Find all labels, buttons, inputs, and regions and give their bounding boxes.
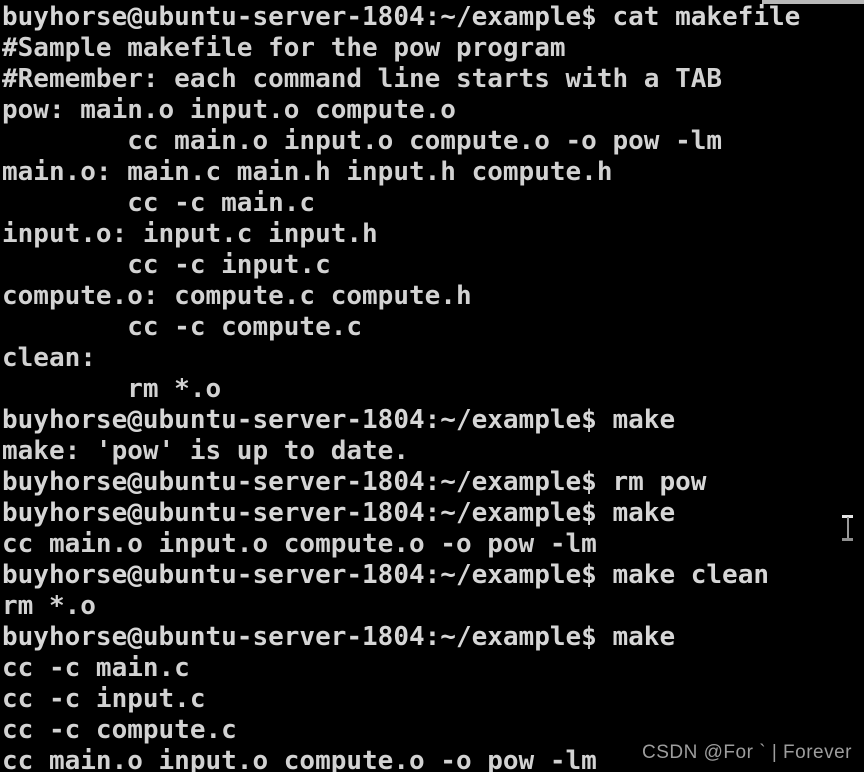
terminal-output-line: #Sample makefile for the pow program bbox=[2, 33, 566, 63]
terminal-prompt-line: buyhorse@ubuntu-server-1804:~/example$ m… bbox=[2, 622, 676, 652]
terminal-output-line: pow: main.o input.o compute.o bbox=[2, 95, 456, 125]
terminal-output-line: main.o: main.c main.h input.h compute.h bbox=[2, 157, 613, 187]
watermark-label: CSDN @For ` | Forever bbox=[642, 742, 852, 763]
terminal-output-line: input.o: input.c input.h bbox=[2, 219, 378, 249]
terminal-window[interactable]: buyhorse@ubuntu-server-1804:~/example$ c… bbox=[0, 0, 864, 772]
terminal-output-line: rm *.o bbox=[2, 591, 96, 621]
terminal-output-line: cc -c main.c bbox=[2, 188, 316, 218]
terminal-output-line: cc -c input.c bbox=[2, 684, 206, 714]
terminal-output-line: cc main.o input.o compute.o -o pow -lm bbox=[2, 529, 597, 559]
terminal-output-line: compute.o: compute.c compute.h bbox=[2, 281, 472, 311]
terminal-prompt-line: buyhorse@ubuntu-server-1804:~/example$ m… bbox=[2, 560, 770, 590]
terminal-output-line: cc -c input.c bbox=[2, 250, 331, 280]
terminal-output-line: cc -c main.c bbox=[2, 653, 190, 683]
terminal-prompt-line: buyhorse@ubuntu-server-1804:~/example$ c… bbox=[2, 2, 801, 32]
terminal-output-line: make: 'pow' is up to date. bbox=[2, 436, 409, 466]
terminal-output-line: cc -c compute.c bbox=[2, 312, 363, 342]
terminal-output-line: clean: bbox=[2, 343, 96, 373]
terminal-output-area[interactable]: buyhorse@ubuntu-server-1804:~/example$ c… bbox=[0, 0, 864, 772]
terminal-prompt-line: buyhorse@ubuntu-server-1804:~/example$ m… bbox=[2, 498, 676, 528]
terminal-prompt-line: buyhorse@ubuntu-server-1804:~/example$ r… bbox=[2, 467, 707, 497]
terminal-output-line: rm *.o bbox=[2, 374, 222, 404]
terminal-prompt-line: buyhorse@ubuntu-server-1804:~/example$ m… bbox=[2, 405, 676, 435]
terminal-output-line: #Remember: each command line starts with… bbox=[2, 64, 723, 94]
terminal-output-line: cc main.o input.o compute.o -o pow -lm bbox=[2, 126, 723, 156]
